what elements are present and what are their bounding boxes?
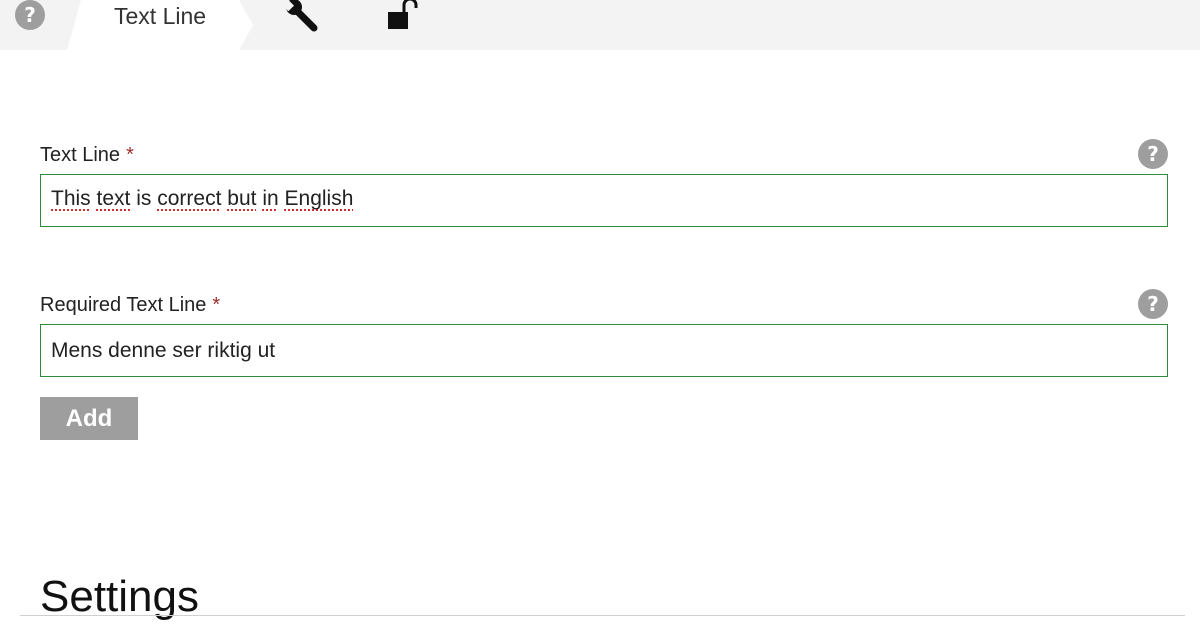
- lock-open-icon: [388, 0, 418, 29]
- field-label-text: Required Text Line: [40, 294, 207, 316]
- help-icon: ?: [1138, 139, 1168, 169]
- help-icon: ?: [1138, 289, 1168, 319]
- help-icon: ?: [15, 0, 45, 30]
- tab-permissions[interactable]: [385, 0, 419, 34]
- add-button[interactable]: Add: [40, 397, 138, 440]
- divider: [20, 615, 1185, 616]
- field-help-required-text-line[interactable]: ?: [1138, 289, 1168, 319]
- field-label-text-line: Text Line *: [40, 144, 134, 167]
- field-label-text: Text Line: [40, 144, 121, 166]
- wrench-icon: [281, 0, 318, 32]
- tab-text-line[interactable]: Text Line: [67, 0, 267, 50]
- text-line-input[interactable]: [40, 174, 1168, 227]
- required-marker: *: [126, 144, 134, 166]
- tab-label: Text Line: [114, 3, 207, 29]
- field-label-required-text-line: Required Text Line *: [40, 294, 220, 317]
- tab-settings[interactable]: [281, 0, 319, 34]
- required-text-line-input[interactable]: [40, 324, 1168, 377]
- required-marker: *: [212, 294, 221, 316]
- field-help-text-line[interactable]: ?: [1138, 139, 1168, 169]
- tab-bar: ? Text Line: [0, 0, 1200, 50]
